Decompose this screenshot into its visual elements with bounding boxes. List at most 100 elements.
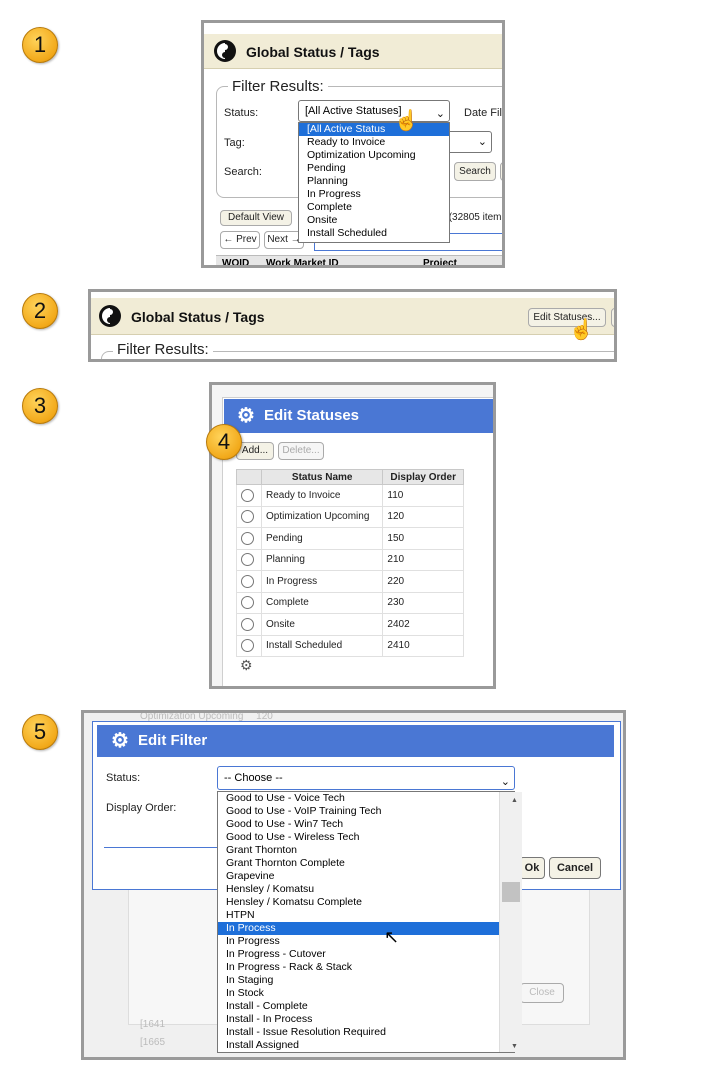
row-radio[interactable] xyxy=(241,553,254,567)
dialog-title: Edit Statuses xyxy=(264,407,360,424)
status-option[interactable]: Onsite xyxy=(299,214,449,227)
dropdown-scrollbar[interactable]: ▲ ▼ xyxy=(499,792,522,1052)
status-option[interactable]: [All Active Status xyxy=(299,123,449,136)
status-option[interactable]: Hensley / Komatsu xyxy=(218,883,514,896)
status-option[interactable]: Planning xyxy=(299,175,449,188)
col-work-market-id: Work Market ID xyxy=(266,258,339,268)
table-row[interactable]: Install Scheduled 2410 xyxy=(236,634,464,657)
ok-button[interactable]: Ok xyxy=(519,857,545,879)
table-row[interactable]: Onsite 2402 xyxy=(236,613,464,636)
default-view-button[interactable]: Default View xyxy=(220,210,292,226)
status-option[interactable]: In Staging xyxy=(218,974,514,987)
status-option[interactable]: In Progress xyxy=(218,935,514,948)
status-option[interactable]: Install Scheduled xyxy=(299,227,449,240)
col-woid: WOID xyxy=(222,258,250,268)
row-radio[interactable] xyxy=(241,596,254,610)
chevron-down-icon: ⌄ xyxy=(477,136,487,148)
panel-global-status-filter: Global Status / Tags Filter Results: Sta… xyxy=(201,20,505,268)
settings-gear-icon[interactable]: ⚙ xyxy=(240,657,253,674)
step-badge-5: 5 xyxy=(22,714,58,750)
dialog-header: ⚙ Edit Statuses xyxy=(224,399,493,433)
display-order-label: Display Order: xyxy=(106,802,177,814)
status-option[interactable]: Install - Issue Resolution Required xyxy=(218,1026,514,1039)
dialog-header: ⚙ Edit Filter xyxy=(97,725,614,757)
row-radio[interactable] xyxy=(241,639,254,653)
status-option[interactable]: Pending xyxy=(299,162,449,175)
page-header: Global Status / Tags xyxy=(204,34,502,69)
gear-icon: ⚙ xyxy=(111,730,129,752)
results-table-header: WOID Work Market ID Project xyxy=(216,255,502,268)
status-option[interactable]: In Stock xyxy=(218,987,514,1000)
page-header: Global Status / Tags Edit Statuses... xyxy=(91,298,614,335)
scroll-down-icon[interactable]: ▼ xyxy=(503,1040,518,1053)
status-option[interactable]: Grant Thornton Complete xyxy=(218,857,514,870)
status-label: Status: xyxy=(224,107,259,119)
table-row[interactable]: Pending 150 xyxy=(236,527,464,550)
tag-label: Tag: xyxy=(224,137,245,149)
scroll-up-icon[interactable]: ▲ xyxy=(503,794,518,807)
row-radio[interactable] xyxy=(241,510,254,524)
row-radio[interactable] xyxy=(241,488,254,502)
search-button[interactable]: Search xyxy=(454,162,496,181)
status-option[interactable]: Install - In Process xyxy=(218,1013,514,1026)
page-title: Global Status / Tags xyxy=(246,44,380,60)
edit-statuses-button[interactable]: Edit Statuses... xyxy=(528,308,606,327)
status-option[interactable]: In Progress - Cutover xyxy=(218,948,514,961)
date-filter-label: Date Fil xyxy=(464,107,502,119)
cancel-button[interactable]: Cancel xyxy=(549,857,601,879)
status-option[interactable]: Good to Use - VoIP Training Tech xyxy=(218,805,514,818)
status-option[interactable]: Good to Use - Wireless Tech xyxy=(218,831,514,844)
panel-edit-statuses-button: Global Status / Tags Edit Statuses... Fi… xyxy=(88,289,617,362)
table-row[interactable]: Ready to Invoice 110 xyxy=(236,484,464,507)
status-dropdown-list: Good to Use - Voice Tech Good to Use - V… xyxy=(217,791,522,1053)
chevron-down-icon: ⌄ xyxy=(435,108,445,120)
table-row[interactable]: Complete 230 xyxy=(236,591,464,614)
col-status-name: Status Name xyxy=(260,469,384,485)
status-select[interactable]: -- Choose -- ⌄ xyxy=(217,766,515,790)
page-title: Global Status / Tags xyxy=(131,309,265,325)
status-option[interactable]: Install Assigned xyxy=(218,1039,514,1052)
hand-cursor-icon: ☝ xyxy=(394,110,419,132)
extra-button[interactable] xyxy=(500,162,502,181)
items-count: ' (32805 item xyxy=(444,212,502,223)
close-button[interactable]: Close xyxy=(520,983,564,1003)
scrollbar-thumb[interactable] xyxy=(502,882,520,902)
search-label: Search: xyxy=(224,166,262,178)
status-option[interactable]: Ready to Invoice xyxy=(299,136,449,149)
filter-legend: Filter Results: xyxy=(228,78,328,95)
status-option[interactable]: Grant Thornton xyxy=(218,844,514,857)
panel-edit-statuses-dialog: ⚙ Edit Statuses Add... Delete... Status … xyxy=(209,382,496,689)
filter-legend: Filter Results: xyxy=(113,341,213,358)
step-badge-4: 4 xyxy=(206,424,242,460)
table-row[interactable]: In Progress 220 xyxy=(236,570,464,593)
next-toolbar-button[interactable] xyxy=(611,308,614,327)
status-dropdown-list: [All Active Status Ready to Invoice Opti… xyxy=(298,122,450,243)
status-option[interactable]: In Progress xyxy=(299,188,449,201)
status-option[interactable]: HTPN xyxy=(218,909,514,922)
chevron-down-icon: ⌄ xyxy=(500,776,510,788)
delete-button[interactable]: Delete... xyxy=(278,442,324,460)
status-option[interactable]: Complete xyxy=(299,201,449,214)
status-select-value: [All Active Statuses] xyxy=(305,105,402,117)
status-option[interactable]: Grapevine xyxy=(218,870,514,883)
row-radio[interactable] xyxy=(241,574,254,588)
table-row[interactable]: Optimization Upcoming 120 xyxy=(236,505,464,528)
prev-button[interactable]: ← Prev xyxy=(220,231,260,249)
row-radio[interactable] xyxy=(241,531,254,545)
status-option[interactable]: Good to Use - Voice Tech xyxy=(218,792,514,805)
gear-icon: ⚙ xyxy=(237,405,255,427)
status-label: Status: xyxy=(106,772,141,784)
step-badge-1: 1 xyxy=(22,27,58,63)
status-option-highlighted[interactable]: In Process xyxy=(218,922,514,935)
row-radio[interactable] xyxy=(241,617,254,631)
status-option[interactable]: Install - Complete xyxy=(218,1000,514,1013)
hand-cursor-icon: ☝ xyxy=(569,319,594,341)
step-badge-2: 2 xyxy=(22,293,58,329)
status-option[interactable]: Good to Use - Win7 Tech xyxy=(218,818,514,831)
status-select[interactable]: [All Active Statuses] ⌄ xyxy=(298,100,450,122)
status-option[interactable]: Hensley / Komatsu Complete xyxy=(218,896,514,909)
arrow-cursor-icon: ↖ xyxy=(384,927,400,947)
status-option[interactable]: In Progress - Rack & Stack xyxy=(218,961,514,974)
status-option[interactable]: Optimization Upcoming xyxy=(299,149,449,162)
table-row[interactable]: Planning 210 xyxy=(236,548,464,571)
